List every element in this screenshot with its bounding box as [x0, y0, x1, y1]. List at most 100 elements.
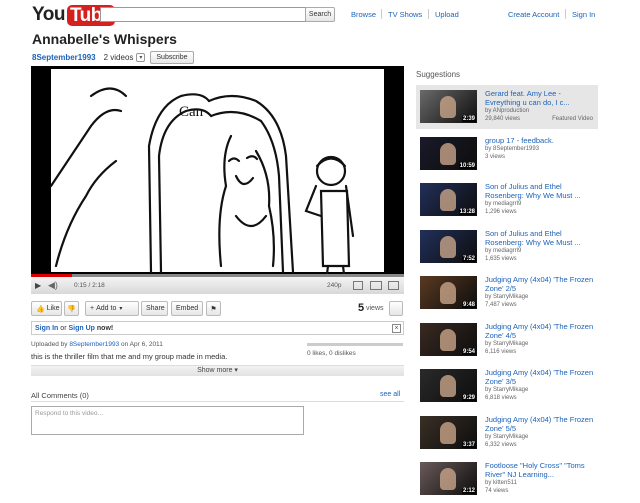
thumbnail-figure	[440, 375, 456, 397]
logo-you-text: You	[32, 4, 65, 25]
suggestion-views: 1,296 views	[485, 209, 517, 215]
suggestion-title[interactable]: Footloose "Holy Cross" "Toms River" NJ L…	[485, 461, 597, 479]
suggestion-views: 7,487 views	[485, 302, 517, 308]
nav-divider	[565, 9, 566, 19]
sketch-frame-illustration: Can	[49, 69, 384, 276]
suggestion-title[interactable]: Gerard feat. Amy Lee - Evreything u can …	[485, 89, 597, 107]
nav-browse[interactable]: Browse	[351, 10, 376, 19]
suggestion-thumbnail[interactable]: 2:12	[420, 462, 477, 495]
volume-icon[interactable]: ◀)	[48, 280, 58, 291]
suggestion-item[interactable]: 9:54 Judging Amy (4x04) 'The Frozen Zone'…	[416, 318, 598, 362]
flag-button[interactable]: ⚑	[206, 301, 221, 316]
uploaded-line: Uploaded by 8September1993 on Apr 6, 201…	[31, 341, 163, 348]
play-icon[interactable]: ▶	[35, 281, 41, 290]
signin-link[interactable]: Sign In	[35, 325, 58, 332]
suggestion-thumbnail[interactable]: 9:29	[420, 369, 477, 402]
progress-track[interactable]	[31, 274, 404, 277]
signup-link[interactable]: Sign Up	[68, 325, 94, 332]
signin-now: now!	[96, 325, 114, 332]
thumbnail-figure	[440, 96, 456, 118]
suggestion-views: 6,818 views	[485, 395, 517, 401]
share-button[interactable]: Share	[141, 301, 168, 316]
nav-upload[interactable]: Upload	[435, 10, 459, 19]
suggestions-header: Suggestions	[416, 70, 461, 79]
search-button[interactable]: Search	[305, 7, 335, 22]
like-ratio-bar	[307, 343, 403, 346]
suggestion-item[interactable]: 9:48 Judging Amy (4x04) 'The Frozen Zone'…	[416, 271, 598, 315]
suggestion-title[interactable]: Son of Julius and Ethel Rosenberg: Why W…	[485, 182, 597, 200]
thumbnail-figure	[440, 328, 456, 351]
suggestion-item[interactable]: 9:29 Judging Amy (4x04) 'The Frozen Zone'…	[416, 364, 598, 408]
create-account-link[interactable]: Create Account	[508, 10, 559, 19]
progress-fill	[31, 274, 73, 277]
divider	[31, 401, 404, 402]
suggestion-channel: by ANproduction	[485, 108, 530, 114]
nav-tv-shows[interactable]: TV Shows	[388, 10, 422, 19]
thumbnail-figure	[440, 235, 456, 258]
suggestion-item[interactable]: 3:37 Judging Amy (4x04) 'The Frozen Zone'…	[416, 411, 598, 455]
like-label: Like	[46, 305, 60, 312]
signin-text: Sign In or Sign Up now!	[35, 325, 113, 332]
player-size-icon[interactable]	[370, 281, 382, 290]
thumbnail-figure	[440, 421, 456, 444]
chevron-down-icon: ▾	[234, 367, 238, 374]
add-to-button[interactable]: + Add to ▾	[85, 301, 139, 316]
comments-title: All Comments (0)	[31, 391, 89, 400]
comment-input[interactable]: Respond to this video...	[31, 406, 304, 435]
video-description: this is the thriller film that me and my…	[31, 352, 228, 361]
suggestion-thumbnail[interactable]: 9:48	[420, 276, 477, 309]
suggestion-duration: 2:12	[461, 488, 476, 494]
views-count: 5	[358, 302, 365, 314]
thumbnail-figure	[440, 142, 456, 165]
suggestion-thumbnail[interactable]: 7:52	[420, 229, 477, 263]
suggestion-title[interactable]: Judging Amy (4x04) 'The Frozen Zone' 5/5	[485, 415, 597, 433]
sign-in-link[interactable]: Sign In	[572, 10, 595, 19]
suggestion-duration: 9:54	[461, 348, 476, 355]
suggestion-duration: 2:39	[461, 116, 476, 122]
likes-text: 0 likes, 0 dislikes	[307, 350, 356, 357]
show-more-button[interactable]: Show more ▾	[31, 365, 404, 376]
search-input[interactable]	[100, 7, 306, 22]
uploaded-by-label: Uploaded by	[31, 341, 68, 348]
quality-button[interactable]: 240p	[327, 282, 341, 289]
signin-notice: Sign In or Sign Up now! ×	[31, 321, 404, 335]
suggestion-thumbnail[interactable]: 10:59	[420, 136, 477, 170]
suggestion-duration: 10:59	[458, 162, 476, 169]
suggestion-channel: by 8September1993	[485, 145, 540, 152]
popout-icon[interactable]	[353, 281, 363, 290]
suggestion-title[interactable]: group 17 - feedback.	[485, 136, 597, 145]
action-bar: 👍 Like 👎 + Add to ▾ Share Embed ⚑	[31, 301, 404, 317]
suggestion-thumbnail[interactable]: 2:39	[420, 90, 477, 123]
fullscreen-icon[interactable]	[388, 281, 399, 290]
suggestion-views: 29,840 views	[485, 116, 521, 122]
chevron-down-icon: ▾	[119, 306, 123, 312]
see-all-link[interactable]: see all	[380, 391, 400, 398]
like-button[interactable]: 👍 Like	[31, 301, 62, 316]
uploader-link[interactable]: 8September1993	[32, 53, 96, 62]
video-frame[interactable]: Can	[31, 66, 404, 276]
suggestion-duration: 13:28	[458, 209, 476, 215]
suggestion-title[interactable]: Son of Julius and Ethel Rosenberg: Why W…	[485, 229, 597, 247]
flag-icon: ⚑	[210, 305, 217, 313]
suggestion-thumbnail[interactable]: 13:28	[420, 183, 477, 216]
suggestion-item[interactable]: 13:28 Son of Julius and Ethel Rosenberg: …	[416, 178, 598, 222]
embed-button[interactable]: Embed	[171, 301, 203, 316]
uploader-link[interactable]: 8September1993	[69, 341, 119, 348]
suggestion-item[interactable]: 2:12 Footloose "Holy Cross" "Toms River" …	[416, 457, 598, 501]
subscribe-button[interactable]: Subscribe	[150, 50, 194, 64]
suggestion-thumbnail[interactable]: 9:54	[420, 322, 477, 356]
stats-button[interactable]	[389, 301, 403, 316]
suggestion-title[interactable]: Judging Amy (4x04) 'The Frozen Zone' 3/5	[485, 368, 597, 386]
suggestion-item[interactable]: 7:52 Son of Julius and Ethel Rosenberg: W…	[416, 225, 598, 269]
suggestion-thumbnail[interactable]: 3:37	[420, 415, 477, 449]
frame-caption: Can	[179, 104, 204, 120]
suggestion-item[interactable]: 10:59 group 17 - feedback. by 8September19…	[416, 132, 598, 176]
chevron-down-icon[interactable]: ▾	[136, 52, 146, 62]
suggestion-title[interactable]: Judging Amy (4x04) 'The Frozen Zone' 2/5	[485, 275, 597, 293]
suggestion-item[interactable]: 2:39 Gerard feat. Amy Lee - Evreything u …	[416, 85, 598, 129]
close-icon[interactable]: ×	[392, 324, 401, 333]
video-player[interactable]: Can ▶ ◀) 0:15 / 2:18 240p	[31, 66, 404, 294]
suggestion-title[interactable]: Judging Amy (4x04) 'The Frozen Zone' 4/5	[485, 322, 597, 340]
dislike-button[interactable]: 👎	[64, 301, 79, 316]
suggestion-channel: by StarryMikage	[485, 433, 529, 440]
